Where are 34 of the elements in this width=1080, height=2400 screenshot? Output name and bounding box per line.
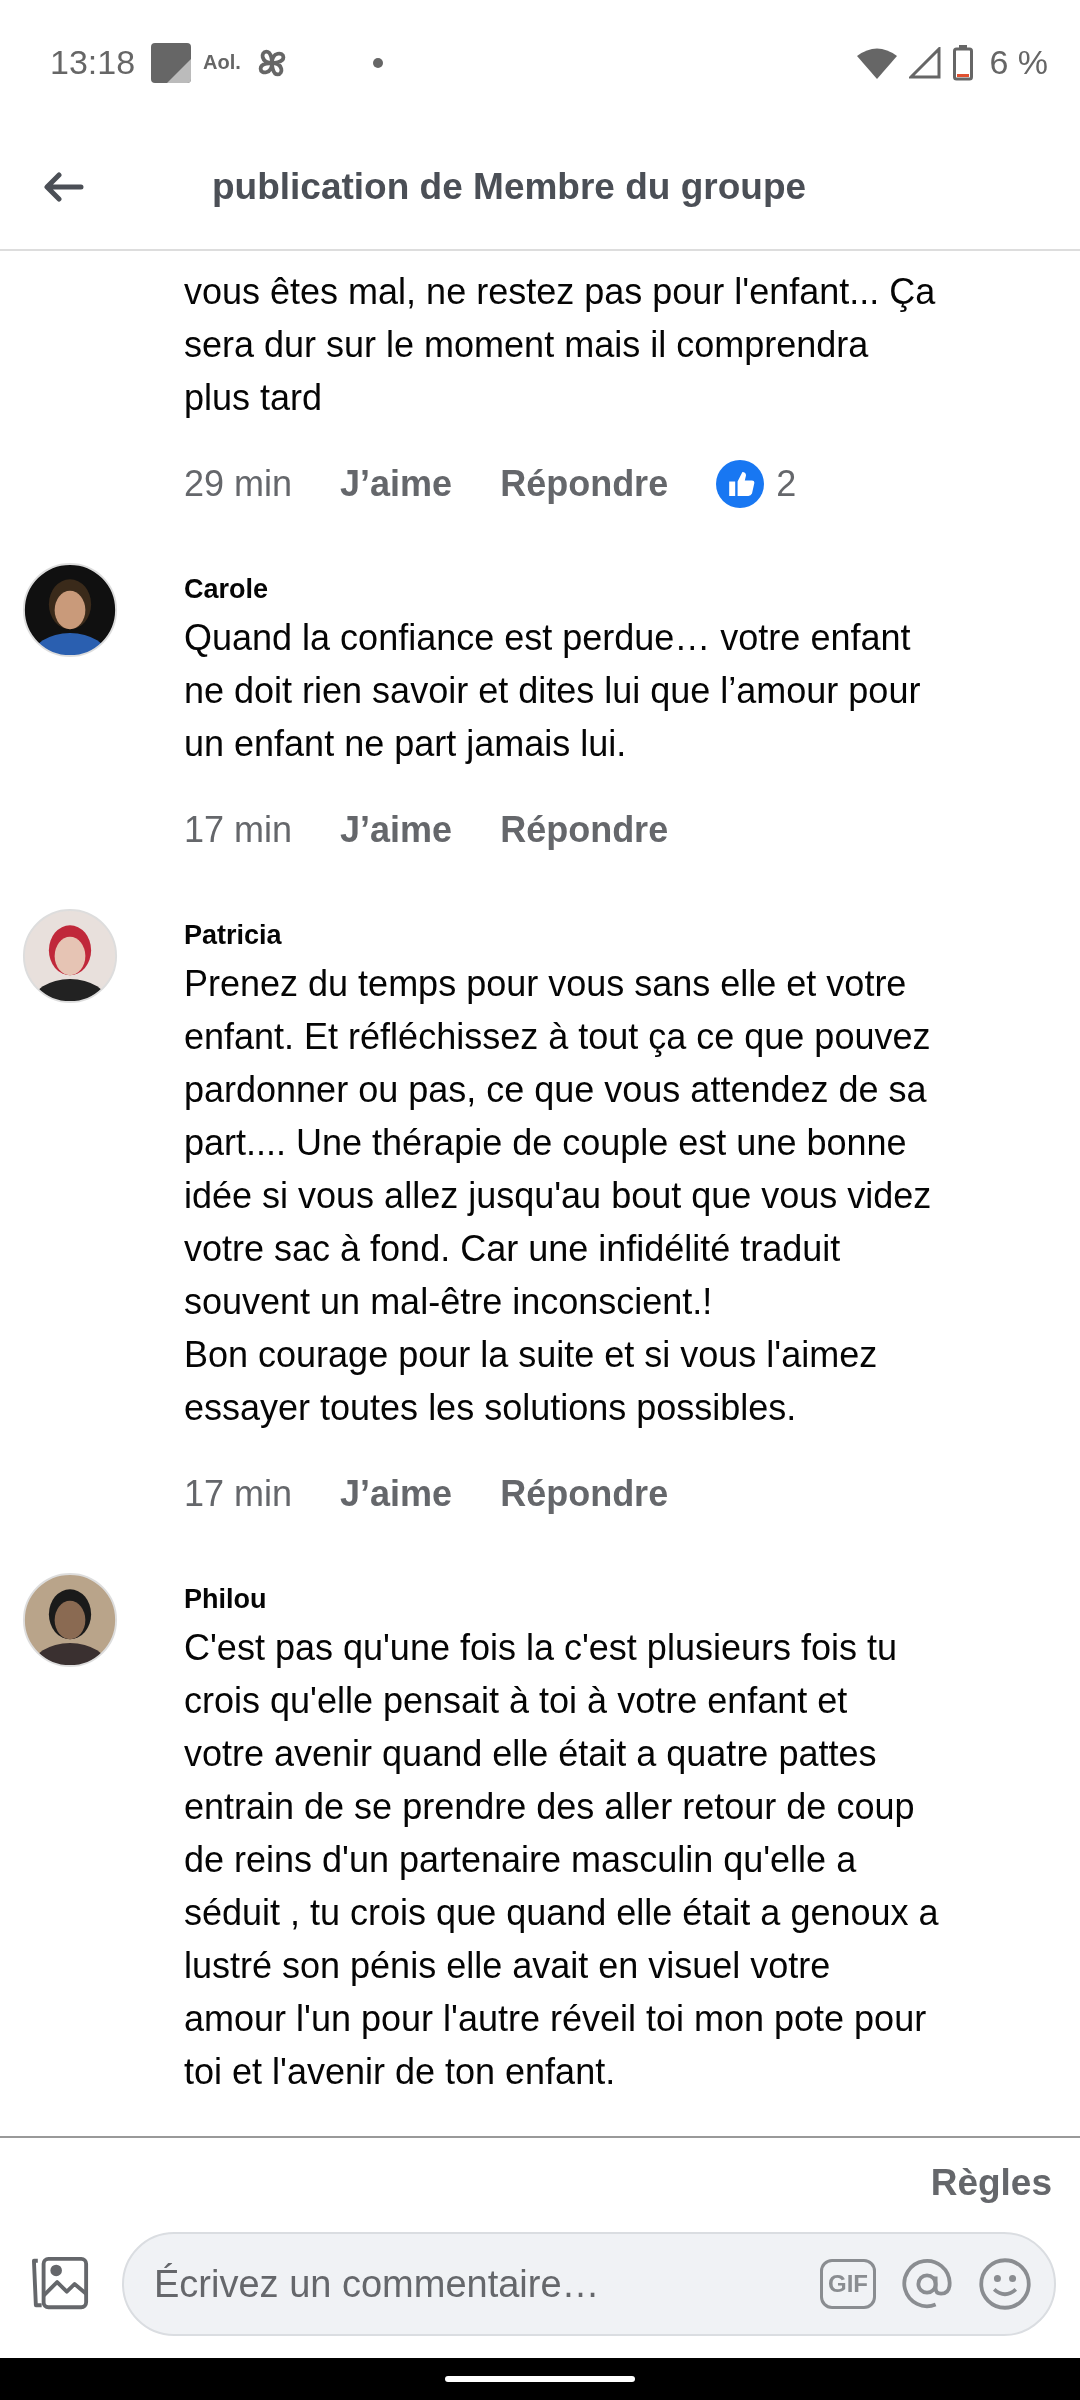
back-arrow-icon[interactable] [42, 172, 84, 202]
commenter-name[interactable]: Patricia [184, 920, 1080, 951]
thumbs-up-icon [716, 460, 765, 508]
like-link[interactable]: J’aime [340, 1473, 453, 1515]
reply-link[interactable]: Répondre [500, 809, 669, 851]
comment-text: Prenez du temps pour vous sans elle et votre enfant. Et réfléchissez à tout ça ce que pouvez pardonner ou pas, ce que vous attendez de sa part.... Une thérapie de couple est une bonne idée si vous allez jusqu'au bout que vous videz votre sac à fond. Car une infidélité traduit souvent un mal-être inconscient.! Bon courage pour la suite et si vous l'aimez essayer toutes les solutions possibles. [184, 962, 933, 1430]
comment-text: vous êtes mal, ne restez pas pour l'enfant... Ça sera dur sur le moment mais il comprendra plus tard [184, 270, 937, 420]
commenter-name[interactable]: Carole [184, 574, 1080, 605]
battery-icon [953, 44, 974, 81]
dot-icon [372, 57, 383, 68]
reply-link[interactable]: Répondre [500, 1473, 669, 1515]
battery-percent: 6 % [989, 43, 1048, 82]
signal-icon [909, 46, 942, 79]
page-title: publication de Membre du groupe [212, 166, 807, 208]
comment-time: 29 min [184, 463, 293, 505]
app-label: Aol. [203, 51, 241, 74]
rules-link[interactable]: Règles [930, 2162, 1052, 2204]
comment-time: 17 min [184, 809, 293, 851]
mention-icon[interactable] [900, 2257, 954, 2311]
comment-input-field[interactable]: Écrivez un commentaire… GIF [122, 2232, 1056, 2336]
like-link[interactable]: J’aime [340, 463, 453, 505]
home-handle[interactable] [445, 2376, 635, 2382]
commenter-name[interactable]: Philou [184, 1584, 1080, 1615]
notification-icon [151, 42, 192, 83]
status-time: 13:18 [50, 43, 136, 82]
like-link[interactable]: J’aime [340, 809, 453, 851]
reply-link[interactable]: Répondre [500, 463, 669, 505]
comment-time: 17 min [184, 1473, 293, 1515]
emoji-icon[interactable] [978, 2257, 1032, 2311]
comment-text: C'est pas qu'une fois la c'est plusieurs fois tu crois qu'elle pensait à toi à votre enfant et votre avenir quand elle était a quatre pattes entrain de se prendre des aller retour de coup de reins d'un partenaire masculin qu'elle a séduit , tu crois que quand elle était a genoux a lustré son pénis elle avait en visuel votre amour l'un pour l'autre réveil toi mon pote pour toi et l'avenir de ton enfant. [184, 1626, 940, 2094]
wifi-icon [857, 46, 898, 79]
reaction-count: 2 [776, 463, 797, 505]
comment-text: Quand la confiance est perdue… votre enfant ne doit rien savoir et dites lui que l’amour pour un enfant ne part jamais lui. [184, 616, 922, 766]
gif-button[interactable]: GIF [820, 2259, 876, 2309]
